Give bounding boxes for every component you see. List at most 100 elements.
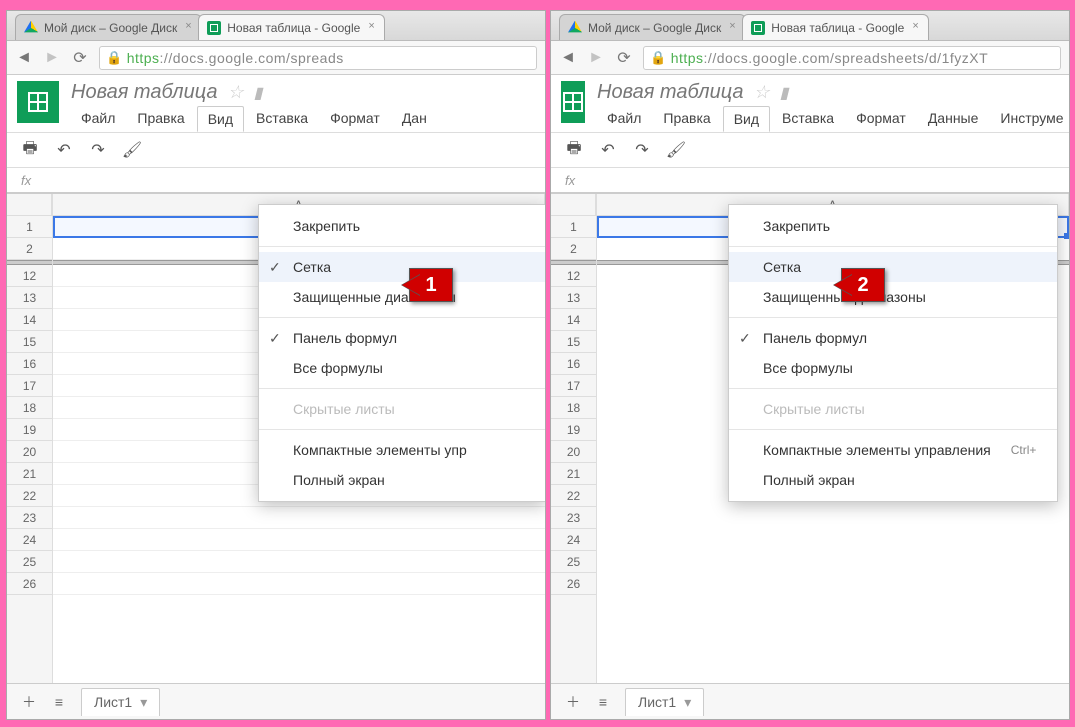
browser-tab-sheets[interactable]: Новая таблица - Google ×	[742, 14, 929, 40]
row-header[interactable]: 20	[7, 441, 52, 463]
menu-compact-controls[interactable]: Компактные элементы управленияCtrl+	[729, 435, 1057, 465]
fill-handle[interactable]	[1064, 233, 1069, 239]
folder-icon[interactable]: ▮	[780, 83, 789, 103]
row-header[interactable]: 13	[7, 287, 52, 309]
close-icon[interactable]: ×	[185, 21, 195, 31]
doc-title[interactable]: Новая таблица	[71, 81, 217, 104]
sheet-tab-menu-icon[interactable]: ▾	[684, 694, 691, 711]
browser-tab-drive[interactable]: Мой диск – Google Диск ×	[15, 14, 202, 40]
redo-icon[interactable]: ↷	[633, 141, 651, 159]
menu-format[interactable]: Формат	[320, 106, 390, 132]
formula-bar[interactable]: fx	[7, 168, 545, 194]
undo-icon[interactable]: ↶	[55, 141, 73, 159]
row-header[interactable]: 23	[551, 507, 596, 529]
row-header[interactable]: 17	[7, 375, 52, 397]
forward-button[interactable]: ►	[587, 49, 605, 67]
print-icon[interactable]: 🖶	[21, 141, 39, 159]
sheets-logo[interactable]	[17, 81, 59, 123]
grid-row[interactable]	[597, 573, 1069, 595]
add-sheet-button[interactable]: ＋	[21, 694, 37, 710]
row-header[interactable]: 22	[551, 485, 596, 507]
close-icon[interactable]: ×	[729, 21, 739, 31]
menu-data[interactable]: Дан	[392, 106, 437, 132]
grid-row[interactable]	[597, 507, 1069, 529]
menu-insert[interactable]: Вставка	[246, 106, 318, 132]
menu-view[interactable]: Вид	[723, 106, 770, 132]
menu-file[interactable]: Файл	[71, 106, 125, 132]
row-header[interactable]: 18	[7, 397, 52, 419]
undo-icon[interactable]: ↶	[599, 141, 617, 159]
menu-freeze[interactable]: Закрепить	[729, 211, 1057, 241]
address-bar[interactable]: 🔒 https ://docs.google.com/spreadsheets/…	[643, 46, 1061, 70]
row-header[interactable]: 24	[7, 529, 52, 551]
row-header[interactable]: 17	[551, 375, 596, 397]
print-icon[interactable]: 🖶	[565, 141, 583, 159]
back-button[interactable]: ◄	[15, 49, 33, 67]
menu-fullscreen[interactable]: Полный экран	[259, 465, 545, 495]
all-sheets-button[interactable]: ≡	[51, 694, 67, 710]
address-bar[interactable]: 🔒 https ://docs.google.com/spreads	[99, 46, 537, 70]
menu-tools[interactable]: Инструме	[990, 106, 1070, 132]
row-header[interactable]: 24	[551, 529, 596, 551]
row-header[interactable]: 1	[7, 216, 52, 238]
row-header[interactable]: 15	[551, 331, 596, 353]
row-header[interactable]: 25	[551, 551, 596, 573]
row-header[interactable]: 23	[7, 507, 52, 529]
grid-row[interactable]	[53, 551, 545, 573]
row-header[interactable]: 18	[551, 397, 596, 419]
grid-row[interactable]	[53, 529, 545, 551]
star-icon[interactable]: ☆	[753, 82, 769, 103]
row-header[interactable]: 22	[7, 485, 52, 507]
menu-freeze[interactable]: Закрепить	[259, 211, 545, 241]
menu-protected-ranges[interactable]: Защищенные диапазоны	[729, 282, 1057, 312]
menu-data[interactable]: Данные	[918, 106, 989, 132]
menu-edit[interactable]: Правка	[127, 106, 194, 132]
paint-format-icon[interactable]: 🖌	[667, 141, 685, 159]
menu-view[interactable]: Вид	[197, 106, 244, 132]
grid-row[interactable]	[53, 573, 545, 595]
grid-row[interactable]	[53, 507, 545, 529]
browser-tab-drive[interactable]: Мой диск – Google Диск ×	[559, 14, 746, 40]
folder-icon[interactable]: ▮	[254, 83, 263, 103]
doc-title[interactable]: Новая таблица	[597, 81, 743, 104]
menu-fullscreen[interactable]: Полный экран	[729, 465, 1057, 495]
row-header[interactable]: 21	[7, 463, 52, 485]
sheet-tab-menu-icon[interactable]: ▾	[140, 694, 147, 711]
all-sheets-button[interactable]: ≡	[595, 694, 611, 710]
row-header[interactable]: 16	[551, 353, 596, 375]
star-icon[interactable]: ☆	[227, 82, 243, 103]
menu-formula-bar[interactable]: ✓Панель формул	[729, 323, 1057, 353]
reload-button[interactable]: ⟳	[615, 49, 633, 67]
grid-row[interactable]	[597, 551, 1069, 573]
menu-gridlines[interactable]: Сетка	[729, 252, 1057, 282]
reload-button[interactable]: ⟳	[71, 49, 89, 67]
menu-insert[interactable]: Вставка	[772, 106, 844, 132]
row-header[interactable]: 19	[7, 419, 52, 441]
row-header[interactable]: 1	[551, 216, 596, 238]
menu-edit[interactable]: Правка	[653, 106, 720, 132]
menu-compact-controls[interactable]: Компактные элементы упр	[259, 435, 545, 465]
row-header[interactable]: 12	[551, 265, 596, 287]
row-header[interactable]: 20	[551, 441, 596, 463]
row-header[interactable]: 15	[7, 331, 52, 353]
menu-all-formulas[interactable]: Все формулы	[259, 353, 545, 383]
row-header[interactable]: 26	[551, 573, 596, 595]
redo-icon[interactable]: ↷	[89, 141, 107, 159]
row-header[interactable]: 2	[7, 238, 52, 260]
add-sheet-button[interactable]: ＋	[565, 694, 581, 710]
row-header[interactable]: 16	[7, 353, 52, 375]
row-header[interactable]: 26	[7, 573, 52, 595]
row-header[interactable]: 14	[551, 309, 596, 331]
menu-all-formulas[interactable]: Все формулы	[729, 353, 1057, 383]
row-header[interactable]: 19	[551, 419, 596, 441]
row-header[interactable]: 12	[7, 265, 52, 287]
sheet-tab[interactable]: Лист1 ▾	[625, 688, 704, 716]
back-button[interactable]: ◄	[559, 49, 577, 67]
paint-format-icon[interactable]: 🖌	[123, 141, 141, 159]
sheet-tab[interactable]: Лист1 ▾	[81, 688, 160, 716]
row-header[interactable]: 21	[551, 463, 596, 485]
menu-file[interactable]: Файл	[597, 106, 651, 132]
row-header[interactable]: 13	[551, 287, 596, 309]
sheets-logo[interactable]	[561, 81, 585, 123]
menu-formula-bar[interactable]: ✓Панель формул	[259, 323, 545, 353]
